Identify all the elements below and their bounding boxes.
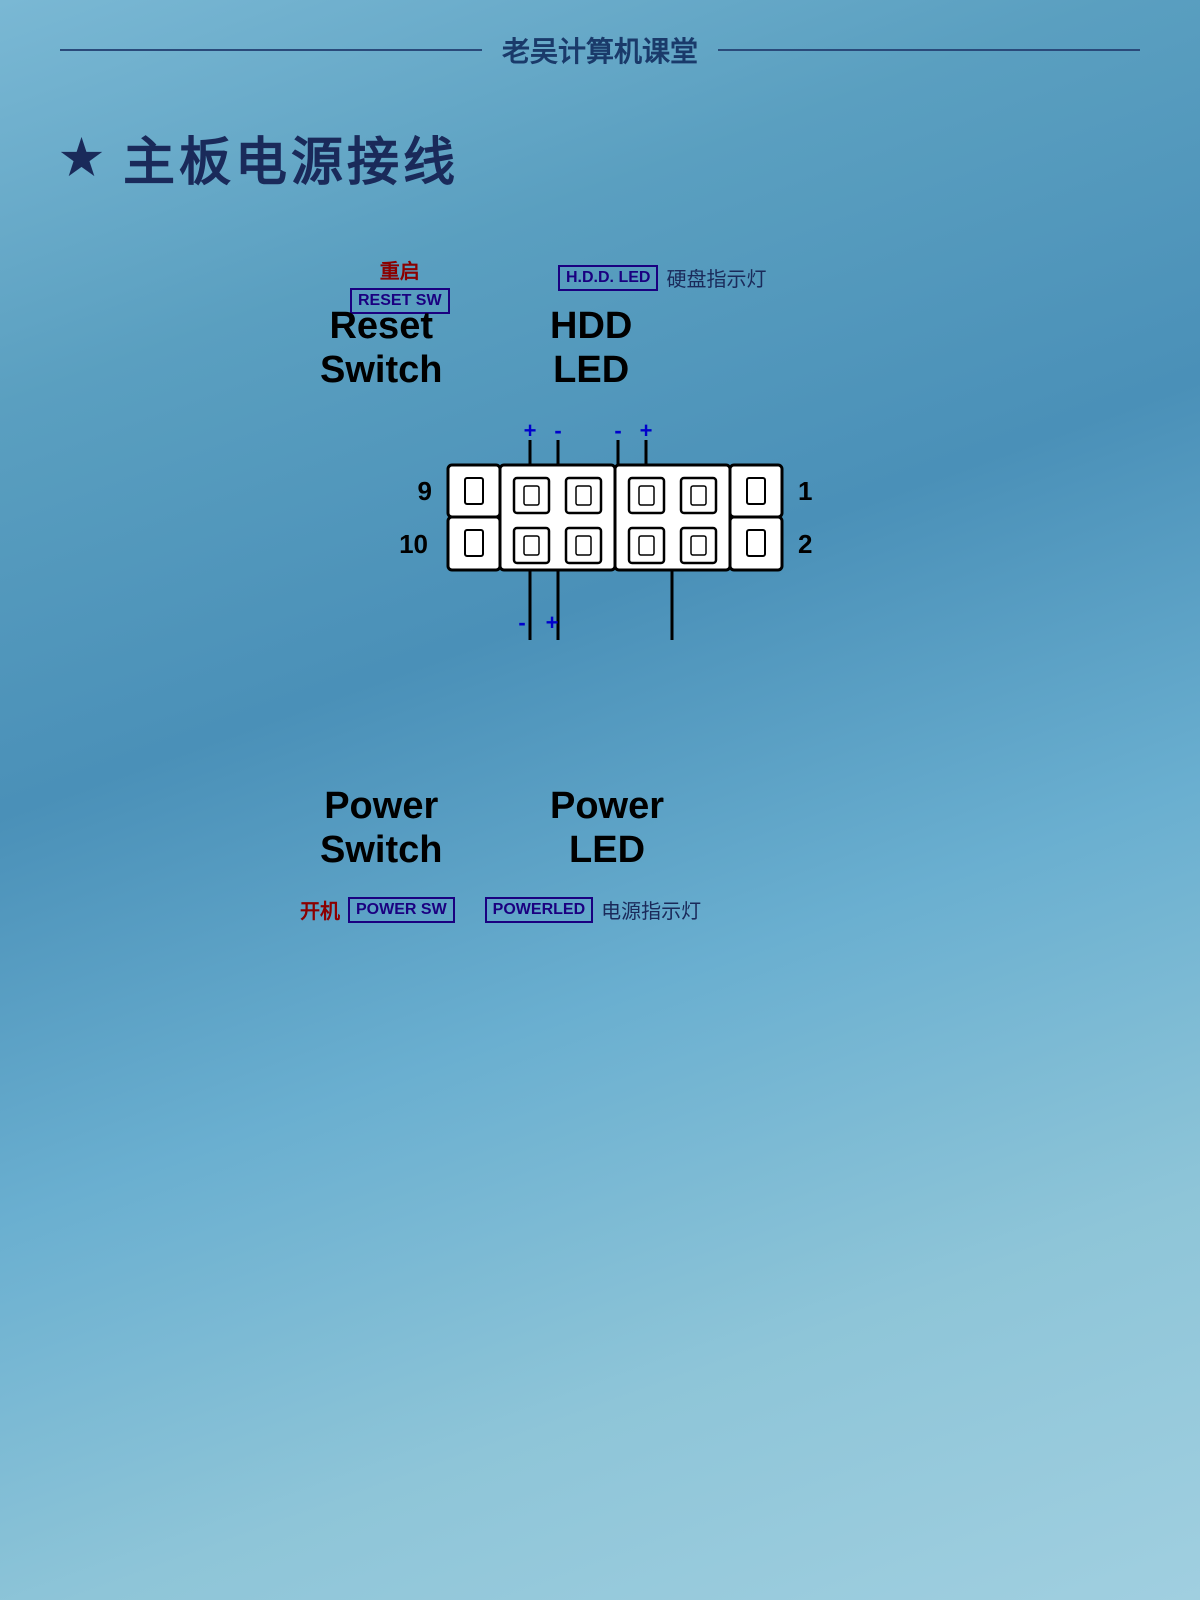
svg-text:-: -	[554, 418, 561, 443]
bottom-badges: 开机 POWER SW POWERLED 电源指示灯	[300, 895, 701, 924]
diagram-area: 重启 RESET SW H.D.D. LED 硬盘指示灯 Reset Switc…	[0, 215, 1200, 955]
power-led-line1: Power	[550, 785, 664, 829]
svg-text:9: 9	[418, 476, 432, 506]
svg-text:2: 2	[798, 529, 812, 559]
chongqi-label: 重启	[350, 255, 450, 284]
reset-line2: Switch	[320, 349, 442, 393]
kaiji-label: 开机	[300, 895, 340, 924]
svg-text:+: +	[546, 610, 559, 635]
svg-text:10: 10	[399, 529, 428, 559]
connector-diagram: + - - +	[300, 410, 900, 810]
power-led-badge: POWERLED	[485, 897, 593, 923]
label-hdd-led: H.D.D. LED 硬盘指示灯	[558, 263, 766, 292]
hdd-led-badge: H.D.D. LED	[558, 265, 658, 291]
header-title: 老吴计算机课堂	[482, 30, 718, 70]
header: 老吴计算机课堂	[0, 0, 1200, 80]
header-line-left	[60, 49, 482, 51]
diagram-container: 重启 RESET SW H.D.D. LED 硬盘指示灯 Reset Switc…	[300, 255, 900, 955]
page-title-area: ★ 主板电源接线	[0, 80, 1200, 215]
header-line-right	[718, 49, 1140, 51]
power-led-text: Power LED	[550, 785, 664, 872]
power-switch-line2: Switch	[320, 829, 442, 873]
power-switch-line1: Power	[320, 785, 442, 829]
star-icon: ★	[60, 130, 103, 186]
hdd-line2: LED	[550, 349, 632, 393]
power-switch-text: Power Switch	[320, 785, 442, 872]
reset-line1: Reset	[320, 305, 442, 349]
hdd-led-text: HDD LED	[550, 305, 632, 392]
power-sw-badge: POWER SW	[348, 897, 455, 923]
svg-text:1: 1	[798, 476, 812, 506]
svg-text:+: +	[640, 418, 653, 443]
power-led-line2: LED	[550, 829, 664, 873]
svg-text:-: -	[614, 418, 621, 443]
reset-switch-text: Reset Switch	[320, 305, 442, 392]
svg-text:+: +	[524, 418, 537, 443]
svg-text:-: -	[518, 610, 525, 635]
dianyuan-label: 电源指示灯	[601, 895, 701, 924]
yingpan-label: 硬盘指示灯	[666, 263, 766, 292]
page-title: 主板电源接线	[123, 120, 459, 195]
hdd-line1: HDD	[550, 305, 632, 349]
